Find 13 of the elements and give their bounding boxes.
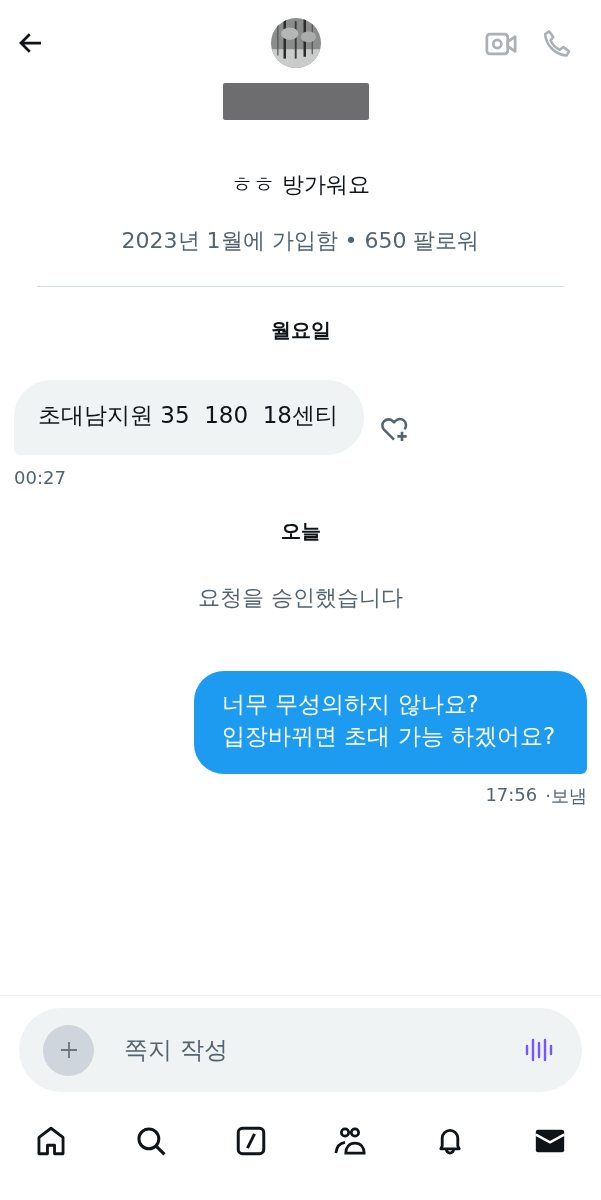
plus-icon (58, 1040, 79, 1060)
message-bubble: 초대남지원 35 180 18센티 (14, 380, 364, 455)
system-message: 요청을 승인했습니다 (198, 584, 403, 612)
date-label: 오늘 (280, 518, 321, 545)
message-time: 00:27 (14, 467, 67, 488)
message-time: 17:56 (485, 784, 538, 807)
add-button[interactable] (43, 1024, 94, 1076)
message-status: ·보냄 (545, 784, 587, 808)
profile-meta: 2023년 1월에 가입함 • 650 팔로워 (121, 227, 480, 255)
message-bubble: 너무 무성의하지 않나요? 입장바뀌면 초대 가능 하겠어요? (194, 671, 587, 774)
message-input-field[interactable]: 쪽지 작성 (122, 1035, 496, 1065)
date-label: 월요일 (270, 317, 331, 344)
profile-bio: ㅎㅎ 방가워요 (231, 171, 370, 199)
